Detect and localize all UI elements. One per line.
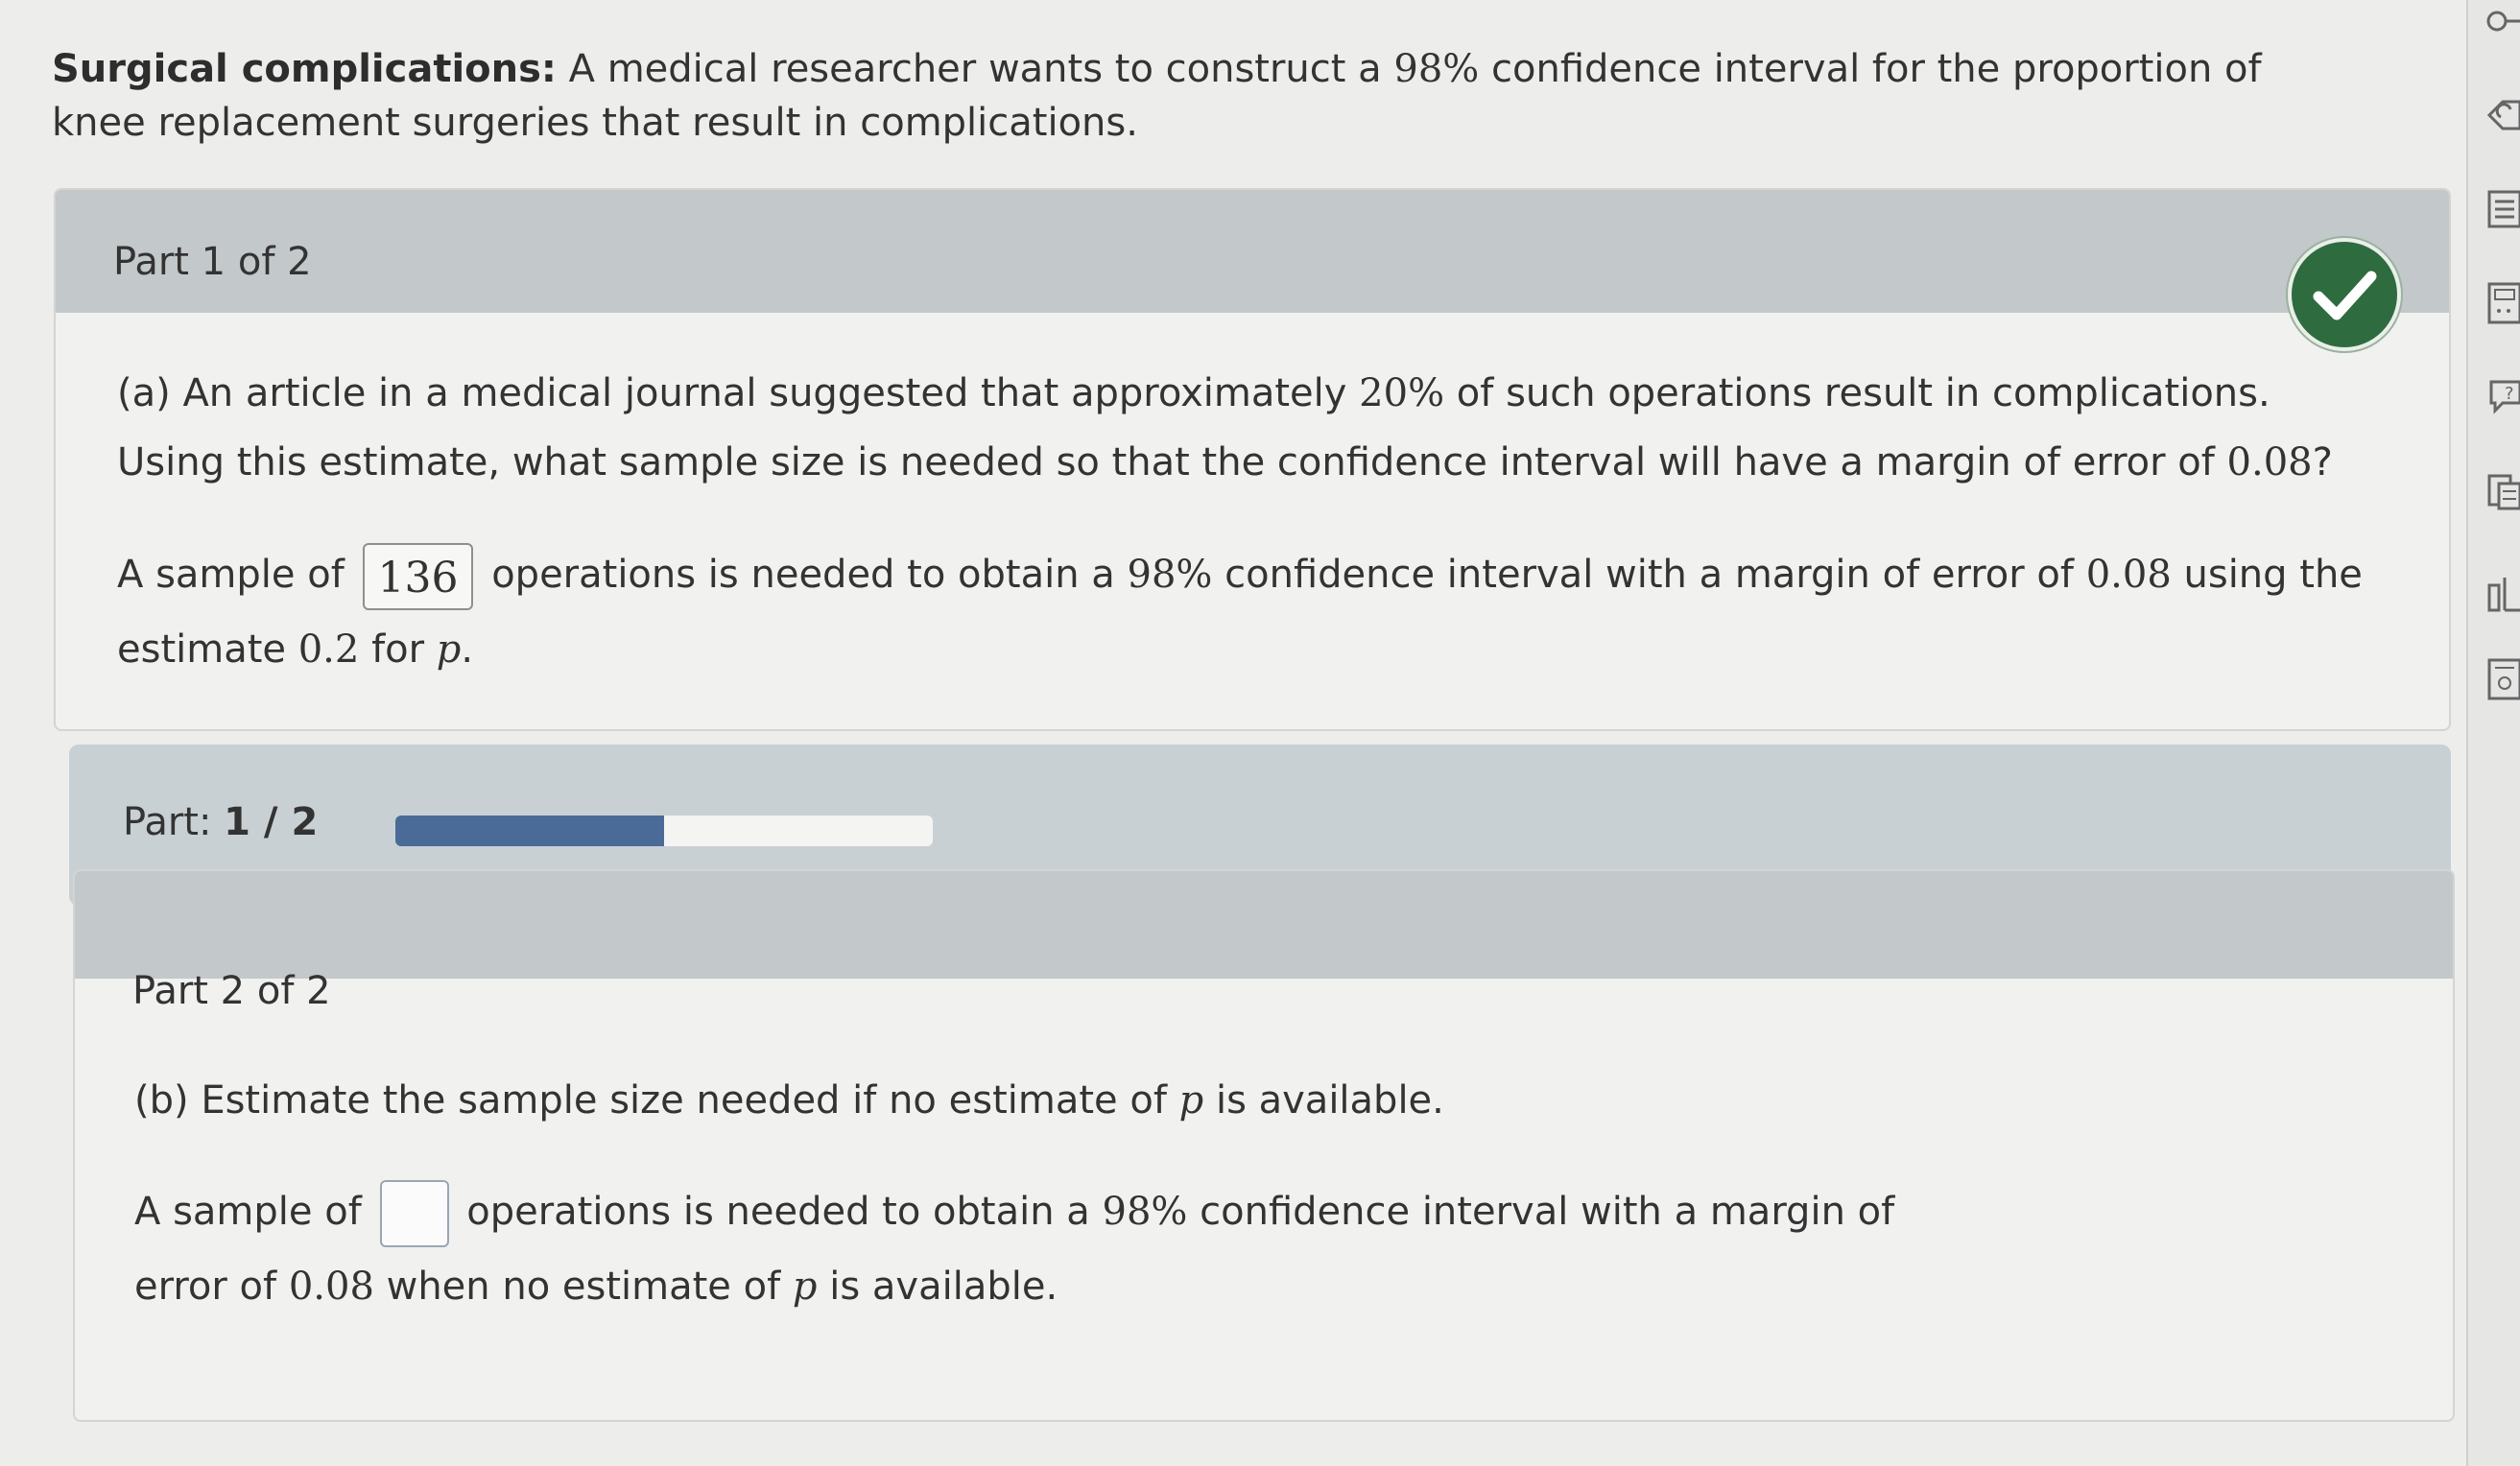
- part1-question-percent: 20%: [1359, 371, 1445, 415]
- chart-icon[interactable]: [2485, 574, 2520, 616]
- part2-answer-middle3: when no estimate of: [386, 1265, 781, 1309]
- part1-answer-middle2: confidence interval with a margin of err…: [1224, 553, 2074, 597]
- key-icon[interactable]: [2485, 2, 2520, 44]
- svg-text:?: ?: [2505, 384, 2514, 404]
- progress-label: Part: 1 / 2: [123, 800, 318, 844]
- part2-answer-variable: p: [792, 1265, 818, 1309]
- part1-question-margin: 0.08: [2226, 440, 2313, 485]
- part2-answer-input[interactable]: [379, 1180, 449, 1247]
- part1-answer-prefix: A sample of: [117, 553, 345, 597]
- part2-answer-middle: operations is needed to obtain a: [466, 1190, 1090, 1234]
- progress-label-text: Part:: [123, 800, 212, 844]
- part1-answer-input[interactable]: 136: [362, 543, 474, 610]
- part1-question-prefix: (a) An article in a medical journal sugg…: [117, 371, 1347, 415]
- progress-count: 1 / 2: [224, 800, 319, 844]
- part1-question: (a) An article in a medical journal sugg…: [117, 359, 2382, 497]
- part1-header-label: Part 1 of 2: [113, 240, 312, 284]
- document-icon[interactable]: [2485, 658, 2520, 700]
- intro-text-1: A medical researcher wants to construct …: [568, 47, 1382, 91]
- calculator-icon[interactable]: [2485, 282, 2520, 324]
- list-icon[interactable]: [2485, 188, 2520, 230]
- progress-bar: [395, 816, 933, 846]
- part2-body: (b) Estimate the sample size needed if n…: [134, 1063, 2226, 1324]
- part1-answer-middle4: for: [371, 627, 425, 672]
- help-icon[interactable]: ?: [2485, 374, 2520, 416]
- part1-answer: A sample of 136 operations is needed to …: [117, 537, 2382, 687]
- part1-answer-middle: operations is needed to obtain a: [491, 553, 1115, 597]
- part1-card: Part 1 of 2 (a) An article in a medical …: [54, 188, 2451, 731]
- part2-question-suffix: is available.: [1215, 1078, 1444, 1123]
- part2-answer-suffix: is available.: [829, 1265, 1058, 1309]
- part1-body: (a) An article in a medical journal sugg…: [117, 359, 2382, 687]
- problem-intro: Surgical complications: A medical resear…: [52, 42, 2336, 150]
- tool-sidebar: ?: [2466, 0, 2520, 1466]
- part1-answer-confidence: 98%: [1127, 553, 1213, 597]
- part2-question-prefix: (b) Estimate the sample size needed if n…: [134, 1078, 1167, 1123]
- part1-answer-estimate: 0.2: [297, 627, 360, 672]
- part1-answer-variable: p: [436, 627, 462, 672]
- problem-heading: Surgical complications:: [52, 47, 557, 91]
- part1-header: Part 1 of 2: [56, 190, 2449, 313]
- intro-confidence: 98%: [1393, 47, 1480, 91]
- part2-answer: A sample of operations is needed to obta…: [134, 1174, 1938, 1324]
- part1-answer-suffix: .: [461, 627, 474, 672]
- part2-question-variable: p: [1178, 1078, 1204, 1123]
- correct-check-icon: [2288, 238, 2401, 351]
- part1-answer-margin: 0.08: [2085, 553, 2172, 597]
- part1-question-suffix: ?: [2312, 440, 2333, 485]
- question-page: Surgical complications: A medical resear…: [0, 0, 2468, 1466]
- notes-icon[interactable]: [2485, 470, 2520, 512]
- part2-question: (b) Estimate the sample size needed if n…: [134, 1063, 2226, 1138]
- part2-answer-prefix: A sample of: [134, 1190, 362, 1234]
- part2-answer-confidence: 98%: [1102, 1190, 1188, 1234]
- part2-answer-margin: 0.08: [288, 1265, 374, 1309]
- part2-header: Part 2 of 2: [75, 871, 2453, 1013]
- part2-header-label: Part 2 of 2: [132, 969, 331, 1013]
- part2-card: Part 2 of 2 (b) Estimate the sample size…: [73, 869, 2455, 1422]
- redo-icon[interactable]: [2485, 94, 2520, 136]
- progress-bar-fill: [395, 816, 664, 846]
